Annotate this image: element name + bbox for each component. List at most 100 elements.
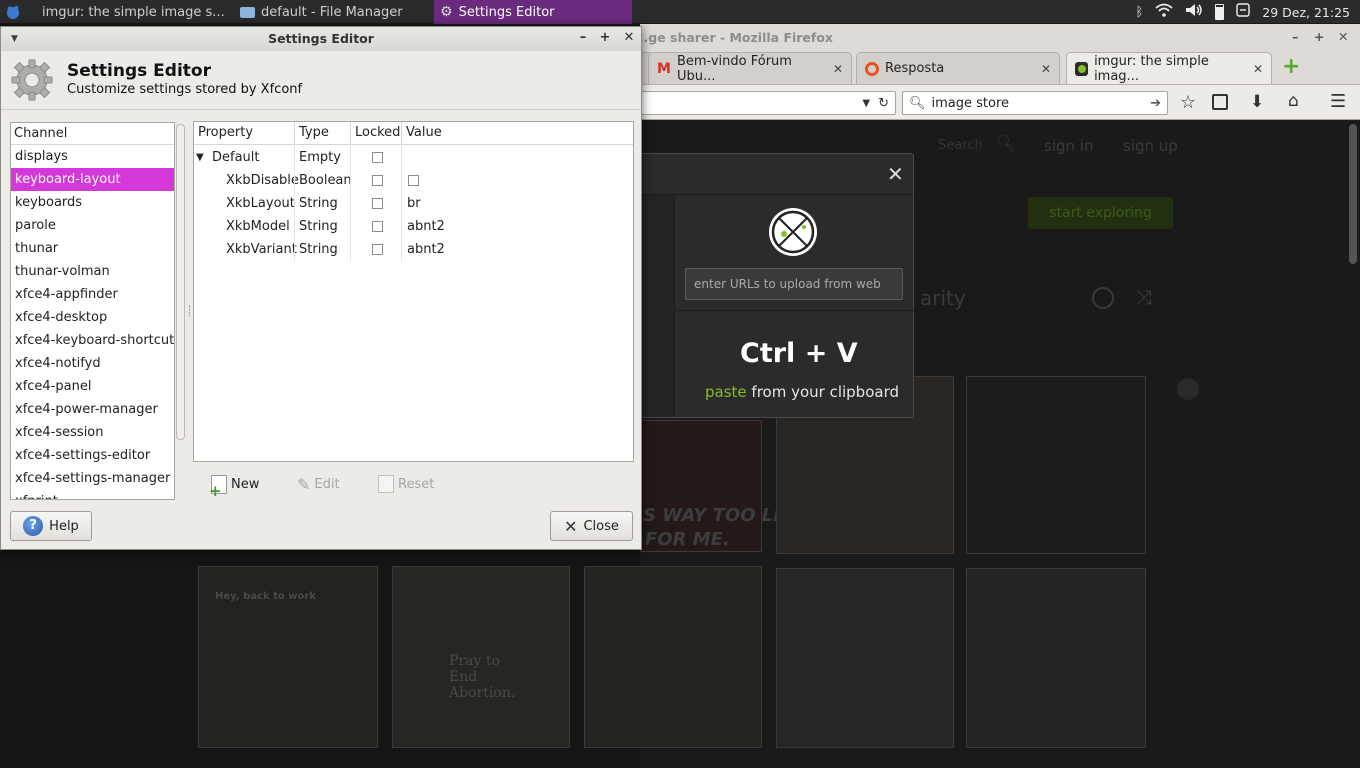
xfce-menu-icon[interactable] (4, 3, 22, 21)
volume-icon[interactable] (1185, 3, 1203, 21)
url-bar[interactable]: ▼ ↻ (638, 91, 896, 115)
channel-item[interactable]: xfce4-power-manager (11, 398, 174, 421)
go-arrow-icon[interactable]: ➔ (1150, 96, 1161, 111)
channel-item-selected[interactable]: keyboard-layout (11, 168, 174, 191)
tab-resposta[interactable]: Resposta ✕ (856, 52, 1060, 84)
reset-button[interactable]: Reset (378, 472, 434, 496)
battery-icon[interactable] (1215, 4, 1225, 20)
locked-checkbox[interactable] (372, 244, 383, 255)
sort-label[interactable]: arity (920, 286, 966, 310)
close-icon[interactable]: ✕ (1338, 29, 1348, 44)
wifi-icon[interactable] (1155, 3, 1173, 21)
tree-row[interactable]: XkbVariant String abnt2 (194, 238, 633, 261)
locked-column-header[interactable]: Locked (351, 122, 402, 145)
tree-row[interactable]: XkbLayout String br (194, 192, 633, 215)
gallery-tile[interactable]: Hey, back to work (198, 566, 378, 748)
taskbar-item-settings-editor[interactable]: ⚙ Settings Editor (434, 0, 632, 24)
gallery-tile[interactable]: Pray to End Abortion. (392, 566, 570, 748)
channel-item[interactable]: xfce4-appfinder (11, 283, 174, 306)
channel-item[interactable]: xfprint (11, 490, 174, 499)
channel-item[interactable]: xfce4-keyboard-shortcuts (11, 329, 174, 352)
tab-imgur[interactable]: imgur: the simple imag... ✕ (1066, 52, 1272, 84)
search-box[interactable]: 🔍︎ image store ➔ (902, 91, 1168, 115)
channel-item[interactable]: xfce4-settings-manager (11, 467, 174, 490)
close-tab-icon[interactable]: ✕ (1253, 62, 1263, 76)
help-button[interactable]: ? Help (10, 511, 92, 541)
expander-icon[interactable]: ▼ (196, 146, 204, 169)
property-value[interactable]: abnt2 (407, 238, 445, 261)
minimize-icon[interactable]: – (1292, 29, 1298, 44)
menu-icon[interactable]: ☰ (1330, 91, 1346, 112)
search-link[interactable]: Search (938, 138, 983, 153)
taskbar-item-file-manager[interactable]: default - File Manager (234, 0, 434, 24)
property-value[interactable]: br (407, 192, 421, 215)
channel-item[interactable]: thunar-volman (11, 260, 174, 283)
search-input[interactable]: image store (932, 96, 1010, 111)
property-value[interactable]: abnt2 (407, 215, 445, 238)
channel-item[interactable]: keyboards (11, 191, 174, 214)
start-exploring-button[interactable]: start exploring (1028, 197, 1173, 229)
close-tab-icon[interactable]: ✕ (1041, 62, 1051, 76)
bookmarks-list-icon[interactable] (1212, 94, 1228, 110)
pane-splitter[interactable] (189, 305, 191, 317)
channel-scrollbar[interactable] (176, 124, 185, 440)
locked-checkbox[interactable] (372, 152, 383, 163)
locked-checkbox[interactable] (372, 175, 383, 186)
property-tree[interactable]: Property Type Locked Value ▼ Default Emp… (193, 121, 634, 462)
tree-row[interactable]: XkbDisable Boolean (194, 169, 633, 192)
channel-item[interactable]: xfce4-desktop (11, 306, 174, 329)
gallery-tile[interactable] (584, 566, 762, 748)
channel-item[interactable]: xfce4-session (11, 421, 174, 444)
url-upload-input[interactable]: enter URLs to upload from web (685, 268, 903, 300)
scrollbar[interactable] (1349, 124, 1357, 264)
search-icon[interactable]: 🔍︎ (995, 134, 1017, 154)
new-button[interactable]: + New (209, 472, 259, 498)
gallery-tile[interactable] (776, 568, 954, 748)
bookmark-star-icon[interactable]: ☆ (1180, 92, 1196, 113)
bluetooth-icon[interactable]: ᛒ (1135, 5, 1143, 20)
shuffle-icon[interactable]: ⤨ (1136, 285, 1152, 309)
taskbar-item-firefox[interactable]: imgur: the simple image s... (30, 0, 230, 24)
gallery-tile[interactable]: S WAY TOO LITE FOR ME. (640, 420, 805, 552)
close-tab-icon[interactable]: ✕ (833, 62, 843, 76)
tree-row[interactable]: ▼ Default Empty (194, 146, 633, 169)
gallery-tile[interactable] (966, 376, 1146, 554)
minimize-icon[interactable]: – (575, 30, 591, 46)
clock[interactable]: 29 Dez, 21:25 (1262, 5, 1350, 20)
reload-icon[interactable]: ↻ (878, 96, 889, 111)
notification-icon[interactable] (1236, 3, 1250, 21)
sign-up-link[interactable]: sign up (1123, 137, 1178, 155)
locked-checkbox[interactable] (372, 221, 383, 232)
channel-item[interactable]: displays (11, 145, 174, 168)
close-icon[interactable]: ✕ (621, 30, 637, 46)
maximize-icon[interactable]: + (597, 30, 613, 46)
close-icon[interactable]: ✕ (887, 162, 904, 186)
value-checkbox[interactable] (408, 175, 419, 186)
downloads-icon[interactable]: ⬇ (1250, 92, 1264, 112)
options-icon[interactable] (1177, 378, 1199, 400)
channel-item[interactable]: xfce4-notifyd (11, 352, 174, 375)
dropdown-arrow-icon[interactable]: ▼ (862, 98, 870, 109)
home-icon[interactable]: ⌂ (1288, 91, 1299, 111)
type-column-header[interactable]: Type (295, 122, 351, 145)
tab-forum-ubuntu[interactable]: M Bem-vindo Fórum Ubu... ✕ (648, 52, 852, 84)
maximize-icon[interactable]: + (1314, 29, 1324, 44)
value-column-header[interactable]: Value (402, 122, 633, 145)
tree-row[interactable]: XkbModel String abnt2 (194, 215, 633, 238)
close-button[interactable]: ✕ Close (550, 511, 633, 541)
channel-column-header[interactable]: Channel (11, 123, 174, 145)
channel-item[interactable]: xfce4-panel (11, 375, 174, 398)
channel-item[interactable]: thunar (11, 237, 174, 260)
sign-in-link[interactable]: sign in (1044, 137, 1093, 155)
channel-list[interactable]: Channel displays keyboard-layout keyboar… (10, 122, 175, 500)
window-menu-icon[interactable]: ▼ (11, 27, 18, 51)
edit-button[interactable]: ✎ Edit (297, 472, 340, 496)
window-title-bar[interactable]: ▼ Settings Editor – + ✕ (1, 27, 641, 51)
new-tab-button[interactable]: + (1282, 56, 1304, 78)
channel-item[interactable]: parole (11, 214, 174, 237)
channel-item[interactable]: xfce4-settings-editor (11, 444, 174, 467)
gallery-tile[interactable] (966, 568, 1146, 748)
property-column-header[interactable]: Property (194, 122, 295, 145)
locked-checkbox[interactable] (372, 198, 383, 209)
clock-icon[interactable] (1092, 287, 1114, 309)
